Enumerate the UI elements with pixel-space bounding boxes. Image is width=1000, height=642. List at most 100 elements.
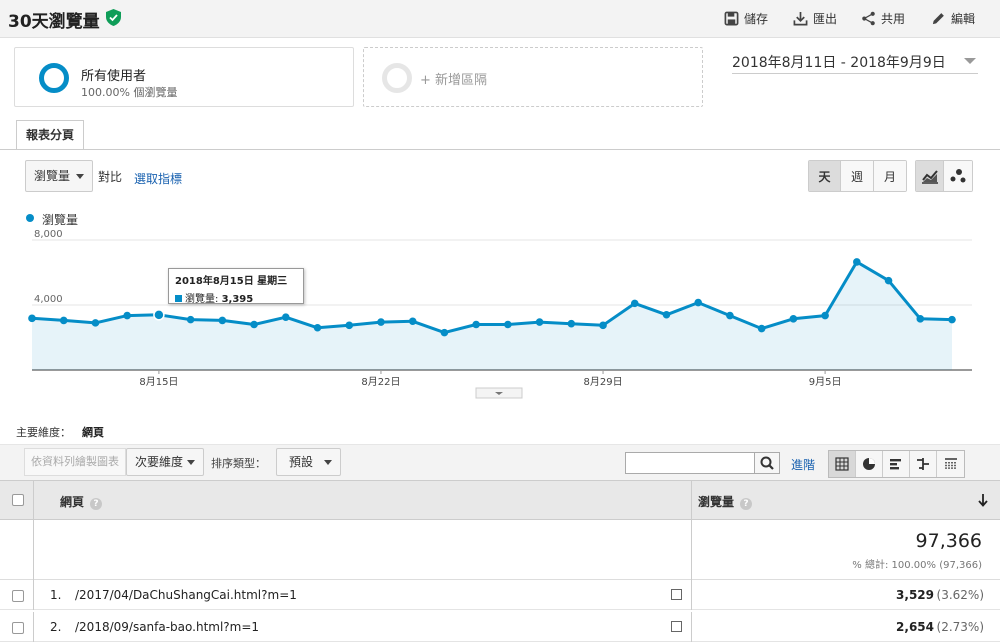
data-point[interactable] [853,258,861,266]
date-range-picker[interactable]: 2018年8月11日 - 2018年9月9日 [732,52,978,74]
share-button[interactable]: 共用 [861,10,905,27]
performance-view-button[interactable] [883,451,910,477]
vs-label: 對比 [98,170,123,184]
row-views: 2,654 [896,620,934,634]
advanced-filter-link[interactable]: 進階 [791,456,815,473]
select-metric-link[interactable]: 選取指標 [134,170,182,187]
select-all-checkbox[interactable] [12,494,24,506]
data-point[interactable] [504,320,512,329]
data-point[interactable] [757,324,766,333]
comparison-view-button[interactable] [910,451,937,477]
motion-chart-button[interactable] [944,161,972,191]
table-search-input[interactable] [625,452,755,474]
pencil-icon [932,13,944,25]
x-tick-label: 9月5日 [809,376,842,388]
data-point[interactable] [408,317,417,326]
metric-select-value: 瀏覽量 [34,169,71,183]
data-point[interactable] [472,320,480,329]
external-link-icon[interactable] [671,621,682,632]
segment-all-users[interactable]: 所有使用者 100.00% 個瀏覽量 [14,47,354,107]
data-point[interactable] [186,315,195,324]
table-row: 2. /2018/09/sanfa-bao.html?m=1 2,654 (2.… [0,612,1000,642]
pivot-view-button[interactable] [937,451,964,477]
data-point[interactable] [313,323,322,332]
export-button[interactable]: 匯出 [793,10,837,27]
data-point[interactable] [28,314,36,323]
data-point[interactable] [726,311,734,320]
date-range-label: 2018年8月11日 - 2018年9月9日 [732,55,946,71]
data-point[interactable] [250,320,258,329]
chart-tooltip: 2018年8月15日 星期三 瀏覽量: 3,395 [168,268,304,305]
row-views-percent: (3.62%) [936,588,984,602]
data-point[interactable] [218,316,227,325]
data-point[interactable] [153,309,165,321]
x-tick-label: 8月22日 [361,376,400,388]
granularity-week[interactable]: 週 [841,161,874,191]
tooltip-metric: 瀏覽量: [185,294,219,305]
data-point[interactable] [916,315,925,323]
secondary-dimension-select[interactable]: 次要維度 [126,448,204,476]
column-header-views[interactable]: 瀏覽量? [698,493,753,510]
line-chart-button[interactable] [916,161,944,191]
data-point[interactable] [789,315,798,323]
row-checkbox[interactable] [12,622,24,634]
x-tick-label: 8月29日 [583,376,622,388]
pie-view-button[interactable] [856,451,883,477]
data-point[interactable] [821,311,829,320]
granularity-month[interactable]: 月 [874,161,906,191]
row-checkbox[interactable] [12,590,24,602]
edit-label: 編輯 [951,12,976,26]
data-point[interactable] [662,310,671,319]
plot-rows-button[interactable]: 依資料列繪製圖表 [24,448,126,476]
granularity-switch: 天 週 月 [808,160,907,192]
tab-divider [0,149,1000,150]
data-point[interactable] [440,328,449,337]
help-icon[interactable]: ? [90,498,103,510]
dropdown-arrow-icon [76,174,84,179]
data-point[interactable] [59,316,68,325]
row-page-link[interactable]: /2017/04/DaChuShangCai.html?m=1 [75,588,297,602]
sort-descending-arrow-icon[interactable] [977,493,989,507]
total-views-value: 97,366 [915,530,982,552]
data-point[interactable] [630,299,639,308]
primary-dimension-value[interactable]: 網頁 [82,424,104,440]
edit-button[interactable]: 編輯 [931,10,975,27]
data-point[interactable] [377,318,385,326]
metric-select[interactable]: 瀏覽量 [25,160,93,192]
data-point[interactable] [91,319,100,327]
table-row: 1. /2017/04/DaChuShangCai.html?m=1 3,529… [0,580,1000,610]
pie-chart-icon [863,458,875,470]
add-segment-button[interactable]: + 新增區隔 [363,47,703,107]
column-header-page[interactable]: 網頁? [60,493,103,510]
column-separator [691,520,692,580]
data-point[interactable] [281,313,290,321]
column-separator [33,580,34,610]
external-link-icon[interactable] [671,589,682,600]
save-button[interactable]: 儲存 [724,10,768,27]
data-point[interactable] [567,319,576,328]
data-point[interactable] [599,321,607,330]
add-segment-label: + 新增區隔 [420,73,488,88]
data-point[interactable] [123,311,131,320]
data-point[interactable] [345,321,354,330]
tab-report[interactable]: 報表分頁 [16,120,84,150]
column-separator [691,481,692,521]
sort-type-select[interactable]: 預設 [276,448,341,476]
search-icon [760,456,774,470]
search-button[interactable] [754,452,780,474]
column-header-page-label: 網頁 [60,495,85,509]
download-icon [793,11,808,26]
data-point[interactable] [535,318,544,326]
data-point[interactable] [948,315,956,324]
segment-color-ring-icon [39,63,69,93]
row-page-link[interactable]: /2018/09/sanfa-bao.html?m=1 [75,620,259,634]
column-separator [33,481,34,521]
tooltip-swatch [175,295,182,302]
line-chart-icon [921,170,938,184]
granularity-day[interactable]: 天 [809,161,841,191]
share-label: 共用 [881,12,906,26]
data-point[interactable] [694,298,703,307]
data-table-view-button[interactable] [829,451,856,477]
help-icon[interactable]: ? [740,498,753,510]
data-point[interactable] [884,276,893,285]
